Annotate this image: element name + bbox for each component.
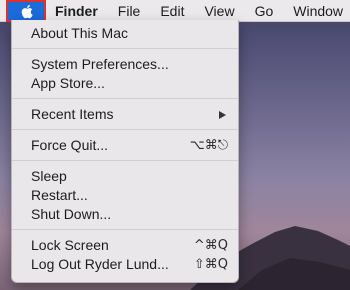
menu-item-lock-screen[interactable]: Lock Screen ^⌘Q xyxy=(12,236,238,255)
apple-dropdown-menu: About This Mac System Preferences... App… xyxy=(11,20,239,283)
apple-menu-button[interactable] xyxy=(6,0,46,22)
menu-separator xyxy=(12,160,238,161)
menu-item-app-store[interactable]: App Store... xyxy=(12,74,238,93)
menubar-items: Finder File Edit View Go Window xyxy=(55,0,350,22)
menu-item-label: App Store... xyxy=(31,75,105,91)
menu-item-sleep[interactable]: Sleep xyxy=(12,167,238,186)
menu-bar: Finder File Edit View Go Window xyxy=(0,0,350,22)
menu-item-shut-down[interactable]: Shut Down... xyxy=(12,205,238,224)
lock-screen-shortcut: ^⌘Q xyxy=(193,238,228,253)
menubar-item-edit[interactable]: Edit xyxy=(160,3,184,19)
menubar-item-go[interactable]: Go xyxy=(255,3,274,19)
menu-item-recent-items[interactable]: Recent Items xyxy=(12,105,238,124)
menu-item-label: System Preferences... xyxy=(31,56,169,72)
menu-item-label: Restart... xyxy=(31,187,88,203)
menu-item-system-preferences[interactable]: System Preferences... xyxy=(12,55,238,74)
menubar-item-finder[interactable]: Finder xyxy=(55,3,98,19)
menu-item-about-this-mac[interactable]: About This Mac xyxy=(12,24,238,43)
menubar-item-window[interactable]: Window xyxy=(293,3,343,19)
menu-item-label: Sleep xyxy=(31,168,67,184)
menu-item-label: Lock Screen xyxy=(31,237,109,253)
menu-item-label: Recent Items xyxy=(31,106,114,122)
force-quit-shortcut: ⌥⌘⎋ xyxy=(189,138,228,153)
apple-logo-icon xyxy=(21,4,33,18)
menu-item-label: About This Mac xyxy=(31,25,129,41)
menubar-item-file[interactable]: File xyxy=(118,3,141,19)
chevron-right-icon xyxy=(219,111,226,119)
menu-item-label: Shut Down... xyxy=(31,206,112,222)
menu-item-label: Force Quit... xyxy=(31,137,109,153)
menubar-item-view[interactable]: View xyxy=(204,3,234,19)
menu-separator xyxy=(12,129,238,130)
menu-item-force-quit[interactable]: Force Quit... ⌥⌘⎋ xyxy=(12,136,238,155)
menu-separator xyxy=(12,229,238,230)
menu-item-label: Log Out Ryder Lund... xyxy=(31,256,169,272)
log-out-shortcut: ⇧⌘Q xyxy=(193,257,228,272)
menu-separator xyxy=(12,48,238,49)
menu-item-restart[interactable]: Restart... xyxy=(12,186,238,205)
menu-item-log-out[interactable]: Log Out Ryder Lund... ⇧⌘Q xyxy=(12,255,238,274)
menu-separator xyxy=(12,98,238,99)
